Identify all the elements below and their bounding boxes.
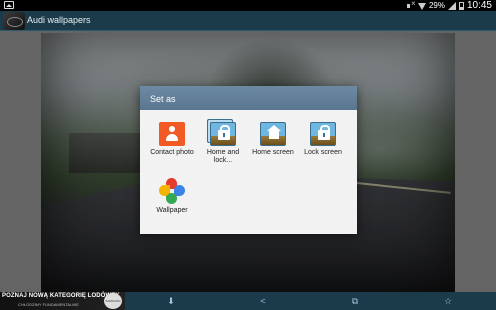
ad-headline: POZNAJ NOWĄ KATEGORIĘ LODÓWEK bbox=[2, 293, 120, 299]
option-wallpaper[interactable]: Wallpaper bbox=[146, 178, 198, 215]
image-notification-icon bbox=[4, 1, 14, 9]
ad-banner[interactable]: POZNAJ NOWĄ KATEGORIĘ LODÓWEK CHŁODZIMY … bbox=[0, 292, 125, 310]
signal-icon bbox=[447, 1, 456, 10]
option-contact-photo[interactable]: Contact photo bbox=[146, 122, 198, 157]
ad-subline: CHŁODZIMY FUNDAMENTALNIE bbox=[18, 302, 79, 307]
status-icons: 29% 10:45 bbox=[406, 0, 492, 11]
home-screen-icon bbox=[260, 122, 286, 146]
battery-percent: 29% bbox=[428, 1, 445, 10]
clock: 10:45 bbox=[466, 0, 492, 11]
app-title: Audi wallpapers bbox=[27, 15, 91, 25]
crop-icon[interactable]: ⧉ bbox=[348, 294, 362, 308]
ad-badge: SAMSUNG bbox=[104, 293, 122, 309]
status-bar: 29% 10:45 bbox=[0, 0, 496, 11]
app-logo-icon[interactable] bbox=[3, 12, 25, 30]
option-home-screen[interactable]: Home screen bbox=[247, 122, 299, 157]
download-icon[interactable]: ⬇ bbox=[164, 294, 178, 308]
dialog-title: Set as bbox=[140, 86, 357, 110]
mute-icon bbox=[406, 0, 416, 10]
option-home-and-lock[interactable]: Home and lock... bbox=[197, 119, 249, 165]
wifi-icon bbox=[417, 2, 426, 10]
battery-icon bbox=[458, 1, 464, 10]
option-label: Lock screen bbox=[304, 149, 342, 156]
set-as-options: Contact photo Home and lock... Home scre… bbox=[140, 110, 357, 234]
home-lock-icon bbox=[207, 119, 236, 146]
lock-screen-icon bbox=[310, 122, 336, 146]
bottom-action-bar: POZNAJ NOWĄ KATEGORIĘ LODÓWEK CHŁODZIMY … bbox=[0, 292, 496, 310]
app-bar: Audi wallpapers bbox=[0, 11, 496, 31]
option-label: Contact photo bbox=[150, 149, 194, 156]
set-as-dialog: Set as Contact photo Home and lock... Ho… bbox=[140, 86, 357, 234]
option-lock-screen[interactable]: Lock screen bbox=[297, 122, 349, 157]
contact-icon bbox=[159, 122, 185, 146]
option-label: Home screen bbox=[252, 149, 294, 156]
favorite-icon[interactable]: ☆ bbox=[441, 294, 455, 308]
option-label: Wallpaper bbox=[156, 207, 188, 214]
share-icon[interactable]: < bbox=[256, 294, 270, 308]
option-label: Home and lock... bbox=[206, 149, 240, 164]
wallpaper-icon bbox=[159, 178, 185, 204]
